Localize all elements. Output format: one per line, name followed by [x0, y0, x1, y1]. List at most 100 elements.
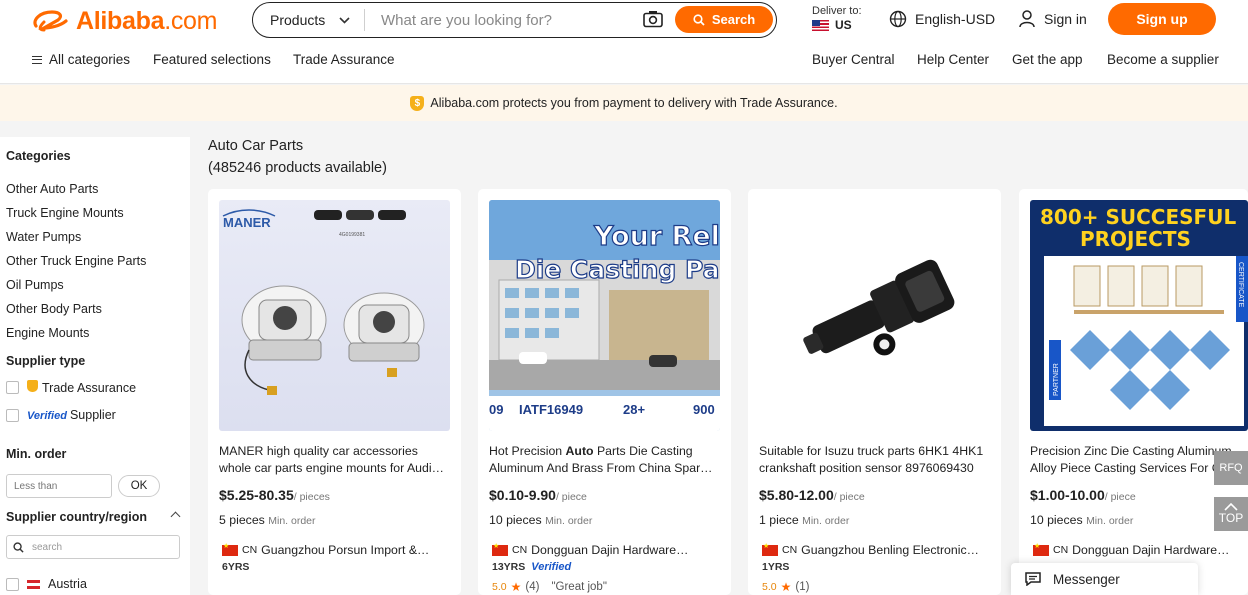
category-item[interactable]: Water Pumps	[6, 230, 81, 244]
min-order-ok-button[interactable]: OK	[118, 475, 160, 497]
supplier-link[interactable]: CN Guangzhou Benling Electronic…	[762, 543, 982, 557]
page-title: Auto Car Parts	[208, 138, 304, 154]
supplier-region-title: Supplier country/region	[6, 510, 147, 524]
category-item[interactable]: Other Auto Parts	[6, 182, 98, 196]
product-title[interactable]: MANER high quality car accessories whole…	[219, 443, 449, 477]
nav-get-the-app[interactable]: Get the app	[1012, 52, 1083, 67]
trade-assurance-icon	[27, 380, 38, 392]
product-title-line: crankshaft position sensor 8976069430	[759, 461, 974, 475]
product-card[interactable]: 800+ SUCCESFUL PROJECTS PARTNER CERTIFIC…	[1019, 189, 1248, 595]
sign-up-button[interactable]: Sign up	[1108, 3, 1216, 35]
image-side-label: CERTIFICATE	[1237, 262, 1244, 308]
rating-score: 5.0	[762, 581, 777, 593]
logo-suffix: .com	[164, 6, 218, 35]
alibaba-logo[interactable]: Alibaba.com	[30, 6, 217, 36]
camera-icon[interactable]	[643, 10, 663, 28]
rating-score: 5.0	[492, 581, 507, 593]
search-button-label: Search	[711, 12, 756, 27]
verified-supplier-label: Supplier	[69, 408, 116, 422]
verified-badge: Verified	[27, 410, 67, 422]
product-title[interactable]: Hot Precision Auto Parts Die Casting Alu…	[489, 443, 719, 477]
price-value: $5.80-12.00	[759, 487, 834, 503]
search-input[interactable]	[381, 11, 621, 29]
product-image[interactable]: MANER 4G0199381	[219, 200, 450, 431]
supplier-link[interactable]: CN Dongguan Dajin Hardware…	[492, 543, 712, 557]
search-icon	[13, 541, 24, 553]
language-label: English-USD	[915, 11, 996, 27]
product-card[interactable]: Your Relia Die Casting Part 09 IATF16949…	[478, 189, 731, 595]
image-stat: IATF16949	[519, 402, 583, 417]
deliver-to[interactable]: Deliver to: US	[812, 4, 862, 32]
chat-icon	[1025, 572, 1041, 586]
years-value: 6YRS	[222, 561, 250, 573]
supplier-name: Guangzhou Porsun Import &…	[261, 543, 430, 557]
min-order-input[interactable]	[6, 474, 112, 498]
search-button[interactable]: Search	[675, 6, 773, 33]
messenger-button[interactable]: Messenger	[1011, 563, 1198, 595]
category-item[interactable]: Truck Engine Mounts	[6, 206, 124, 220]
supplier-name: Dongguan Dajin Hardware…	[1072, 543, 1230, 557]
region-search-input[interactable]: search	[6, 535, 180, 559]
supplier-rating: 5.0 ★ (4) "Great job"	[492, 580, 607, 594]
nav-featured-selections[interactable]: Featured selections	[153, 52, 271, 67]
nav-help-center[interactable]: Help Center	[917, 52, 989, 67]
moq-label: Min. order	[1086, 515, 1134, 527]
product-image[interactable]	[759, 200, 990, 431]
nav-buyer-central[interactable]: Buyer Central	[812, 52, 895, 67]
filter-trade-assurance[interactable]: Trade Assurance	[6, 380, 136, 395]
austria-flag-icon	[27, 579, 40, 589]
product-image[interactable]: 800+ SUCCESFUL PROJECTS PARTNER CERTIFIC…	[1030, 200, 1248, 431]
checkbox[interactable]	[6, 408, 19, 422]
review-quote: "Great job"	[551, 581, 607, 593]
image-stat: 900	[693, 402, 715, 417]
search-category-select[interactable]: Products	[253, 9, 365, 31]
filter-sidebar: Categories Other Auto Parts Truck Engine…	[0, 137, 190, 595]
messenger-label: Messenger	[1053, 571, 1120, 587]
product-price: $0.10-9.90/ piece	[489, 487, 587, 503]
language-selector[interactable]: English-USD	[889, 10, 995, 28]
review-count: (4)	[525, 581, 540, 593]
checkbox[interactable]	[6, 381, 19, 394]
min-order-title: Min. order	[6, 447, 67, 461]
trade-assurance-label: Trade Assurance	[42, 381, 137, 395]
trade-assurance-banner[interactable]: $ Alibaba.com protects you from payment …	[0, 85, 1248, 121]
logo-text: Alibaba	[76, 6, 165, 35]
sign-in-label: Sign in	[1044, 11, 1087, 27]
moq-value: 5 pieces	[219, 513, 265, 527]
supplier-rating: 5.0 ★ (1)	[762, 580, 809, 594]
price-unit: / piece	[555, 491, 587, 503]
supplier-link[interactable]: CN Guangzhou Porsun Import &…	[222, 543, 442, 557]
product-card[interactable]: Suitable for Isuzu truck parts 6HK1 4HK1…	[748, 189, 1001, 595]
region-item-austria[interactable]: Austria	[6, 577, 87, 591]
shield-icon: $	[410, 95, 425, 111]
nav-all-categories-label: All categories	[49, 52, 131, 67]
category-item[interactable]: Other Body Parts	[6, 302, 102, 316]
alibaba-logo-icon	[33, 10, 68, 32]
product-card[interactable]: MANER 4G0199381 MANER high quality car a…	[208, 189, 461, 595]
category-item[interactable]: Oil Pumps	[6, 278, 64, 292]
nav-become-supplier[interactable]: Become a supplier	[1107, 52, 1219, 67]
checkbox[interactable]	[6, 577, 19, 591]
rfq-button[interactable]: RFQ	[1214, 451, 1248, 485]
nav-all-categories[interactable]: All categories	[32, 52, 130, 67]
rfq-label: RFQ	[1219, 462, 1243, 474]
country-code: CN	[242, 544, 258, 556]
back-to-top-button[interactable]: TOP	[1214, 497, 1248, 531]
category-item[interactable]: Other Truck Engine Parts	[6, 254, 146, 268]
nav-trade-assurance[interactable]: Trade Assurance	[293, 52, 395, 67]
top-header: Alibaba.com Products Search Deliver to: …	[0, 0, 1248, 84]
user-icon	[1019, 10, 1035, 28]
supplier-name: Dongguan Dajin Hardware…	[531, 543, 689, 557]
product-title-line: Hot Precision	[489, 444, 566, 458]
price-value: $5.25-80.35	[219, 487, 294, 503]
image-headline: Your Relia	[593, 221, 720, 252]
category-item[interactable]: Engine Mounts	[6, 326, 89, 340]
supplier-link[interactable]: CN Dongguan Dajin Hardware…	[1033, 543, 1233, 557]
product-image[interactable]: Your Relia Die Casting Part 09 IATF16949…	[489, 200, 720, 431]
search-icon	[693, 13, 705, 26]
filter-verified-supplier[interactable]: Verified Supplier	[6, 408, 116, 422]
chevron-up-icon[interactable]	[170, 511, 181, 522]
country-code: CN	[1053, 544, 1069, 556]
product-title[interactable]: Suitable for Isuzu truck parts 6HK1 4HK1…	[759, 443, 989, 477]
sign-in-link[interactable]: Sign in	[1019, 10, 1087, 28]
